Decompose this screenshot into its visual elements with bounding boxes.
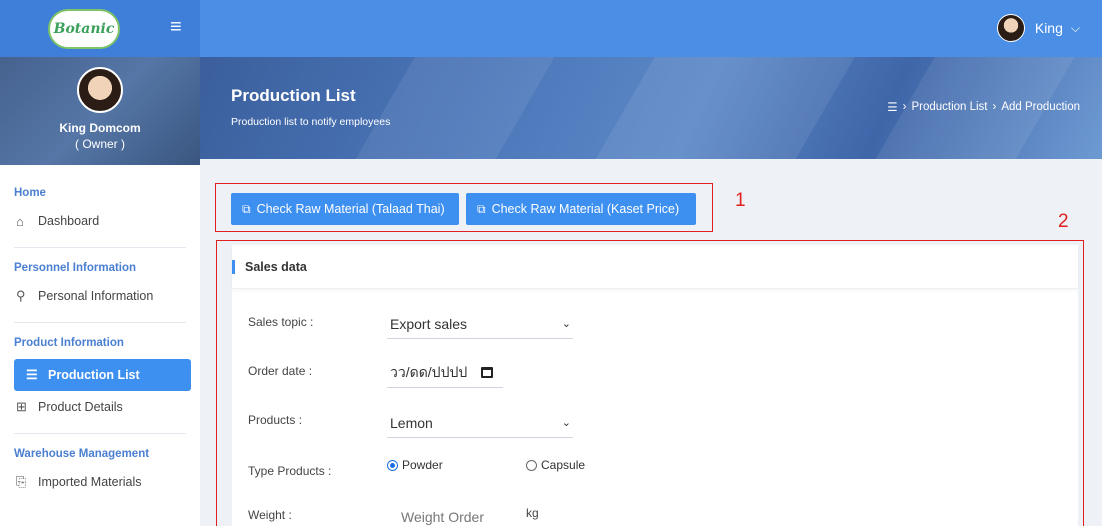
menu-toggle-icon[interactable]: ≡ — [170, 17, 182, 37]
import-icon: ⎘ — [16, 474, 27, 489]
external-link-icon: ⧉ — [242, 201, 251, 216]
nav-heading-warehouse: Warehouse Management — [14, 448, 150, 460]
sidebar-item-label: Personal Information — [38, 289, 154, 303]
top-bar: Botanic ≡ King ⌵ — [0, 0, 1102, 57]
grid-icon: ⊞ — [16, 399, 27, 414]
sidebar-item-dashboard[interactable]: ⌂ Dashboard — [0, 205, 200, 237]
nav-heading-personnel: Personnel Information — [14, 262, 137, 274]
annotation-label-1: 1 — [735, 190, 746, 211]
check-raw-material-kaset-price-button[interactable]: ⧉ Check Raw Material (Kaset Price) — [466, 193, 696, 225]
annotation-box-1: ⧉ Check Raw Material (Talaad Thai) ⧉ Che… — [215, 183, 713, 232]
list-icon: ☰ — [26, 367, 38, 382]
check-raw-material-talaad-thai-button[interactable]: ⧉ Check Raw Material (Talaad Thai) — [231, 193, 459, 225]
list-icon[interactable]: ☰ — [887, 100, 897, 114]
app-logo[interactable]: Botanic — [48, 8, 120, 49]
sidebar-item-label: Production List — [48, 368, 140, 382]
sidebar: King Domcom ( Owner ) Home ⌂ Dashboard P… — [0, 57, 200, 526]
banner-decoration — [573, 57, 867, 159]
nav-heading-product: Product Information — [14, 337, 124, 349]
profile-name: King Domcom — [59, 121, 141, 135]
nav-heading-home: Home — [14, 187, 46, 199]
external-link-icon: ⧉ — [477, 201, 486, 216]
banner-decoration — [333, 57, 567, 159]
breadcrumb: ☰ › Production List › Add Production — [887, 100, 1080, 114]
button-label: Check Raw Material (Talaad Thai) — [256, 202, 445, 216]
avatar — [996, 14, 1025, 42]
sidebar-item-label: Dashboard — [38, 214, 100, 228]
breadcrumb-item[interactable]: Production List — [911, 101, 987, 113]
sidebar-item-personal-information[interactable]: ⚲ Personal Information — [0, 280, 200, 312]
page-banner: Production List Production list to notif… — [200, 57, 1102, 159]
chevron-down-icon: ⌵ — [1070, 20, 1080, 35]
annotation-label-2: 2 — [1058, 211, 1069, 232]
page-title: Production List — [231, 86, 356, 105]
sidebar-item-product-details[interactable]: ⊞ Product Details — [0, 391, 200, 423]
button-label: Check Raw Material (Kaset Price) — [491, 202, 680, 216]
user-name: King — [1034, 20, 1063, 36]
sidebar-item-label: Imported Materials — [38, 475, 142, 489]
profile-role: ( Owner ) — [74, 137, 125, 151]
sidebar-item-imported-materials[interactable]: ⎘ Imported Materials — [0, 466, 200, 498]
user-icon: ⚲ — [16, 288, 26, 303]
sidebar-item-production-list[interactable]: ☰ Production List — [14, 359, 191, 391]
profile-panel: King Domcom ( Owner ) — [0, 57, 200, 165]
home-icon: ⌂ — [16, 213, 24, 229]
breadcrumb-item-current: Add Production — [1001, 101, 1080, 113]
annotation-box-2 — [216, 240, 1084, 526]
user-menu[interactable]: King ⌵ — [996, 14, 1080, 42]
page-subtitle: Production list to notify employees — [231, 116, 391, 128]
sidebar-item-label: Product Details — [38, 400, 123, 414]
profile-avatar — [77, 67, 123, 113]
